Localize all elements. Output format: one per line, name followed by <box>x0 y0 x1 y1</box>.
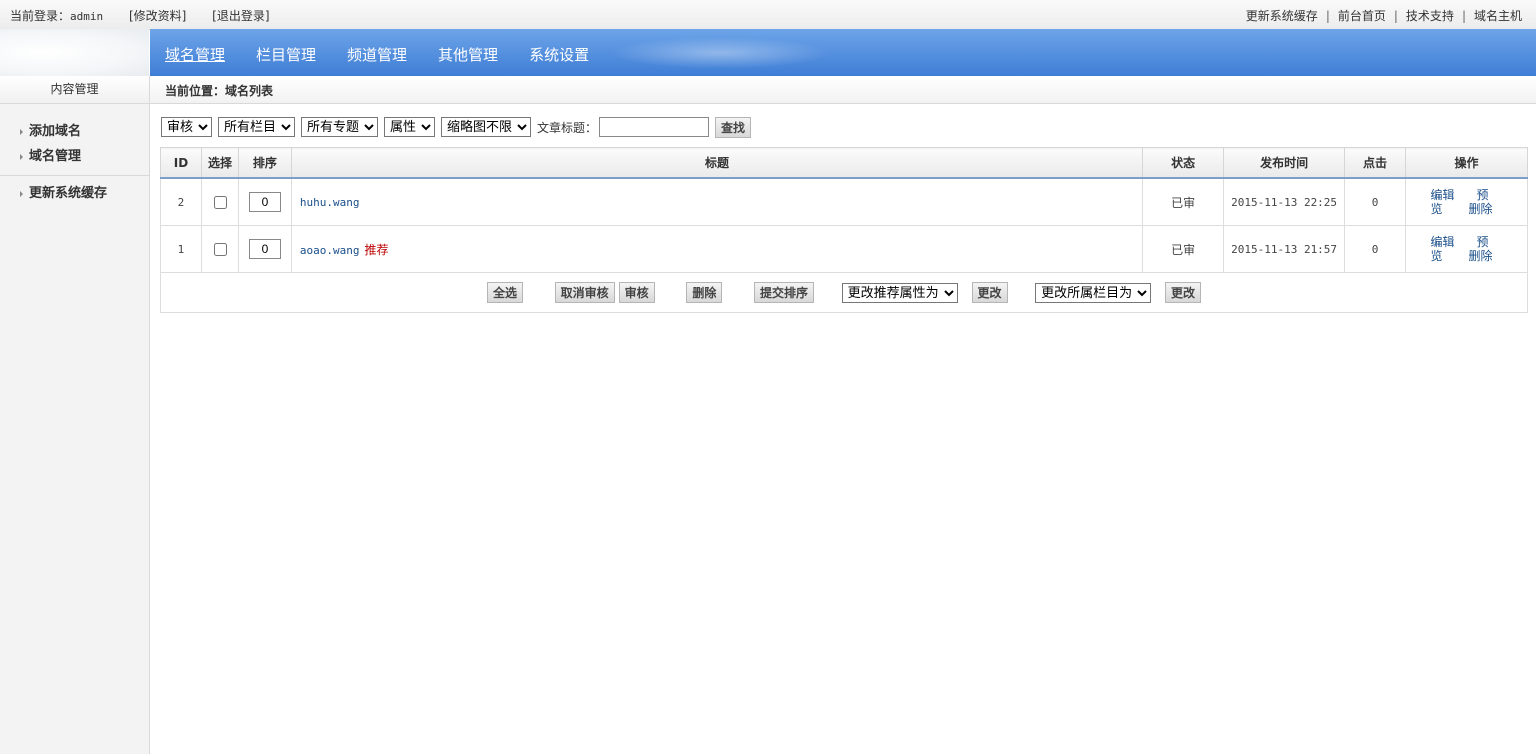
review-button[interactable]: 审核 <box>618 281 655 303</box>
table-row: 2 huhu.wang 已审 2015-11-13 22:25 0 编辑 预览 删除 <box>160 177 1529 226</box>
col-id: ID <box>160 147 202 179</box>
frontend-home-link[interactable]: 前台首页 <box>1338 9 1386 23</box>
col-title: 标题 <box>290 147 1144 179</box>
bullet-icon <box>20 190 23 197</box>
row-select-cell <box>200 225 239 273</box>
nav-system-settings[interactable]: 系统设置 <box>529 44 589 65</box>
tech-support-link[interactable]: 技术支持 <box>1406 9 1454 23</box>
edit-link[interactable]: 编辑 <box>1430 188 1454 202</box>
row-actions: 编辑 预览 删除 <box>1404 225 1529 273</box>
thumbnail-filter-select[interactable]: 缩略图不限 <box>441 117 531 137</box>
delete-button[interactable]: 删除 <box>686 281 723 303</box>
nav-column-management[interactable]: 栏目管理 <box>256 44 316 65</box>
login-label: 当前登录： <box>10 9 71 23</box>
nav-domain-management[interactable]: 域名管理 <box>165 44 225 65</box>
row-status: 已审 <box>1142 225 1225 273</box>
main-nav: 域名管理 栏目管理 频道管理 其他管理 系统设置 <box>150 29 1536 76</box>
row-checkbox[interactable] <box>213 195 227 209</box>
cancel-review-button[interactable]: 取消审核 <box>554 281 615 303</box>
bullet-icon <box>20 153 23 160</box>
table-footer-row: 全选 取消审核 审核 删除 提交排序 更改推荐属性为 更改 更改所属栏目为 更改 <box>160 272 1528 313</box>
col-order: 排序 <box>237 147 292 179</box>
col-date: 发布时间 <box>1223 147 1346 179</box>
logout-link[interactable]: [退出登录] <box>212 9 269 23</box>
filter-bar: 审核 所有栏目 所有专题 属性 缩略图不限 文章标题： 查找 <box>161 116 752 138</box>
row-id: 1 <box>160 225 202 273</box>
batch-actions: 全选 取消审核 审核 删除 提交排序 更改推荐属性为 更改 更改所属栏目为 更改 <box>160 272 1528 313</box>
row-select-cell <box>200 177 239 226</box>
sidebar-divider <box>0 175 149 176</box>
recommend-attr-select[interactable]: 更改推荐属性为 <box>841 283 958 304</box>
submit-order-button[interactable]: 提交排序 <box>754 281 815 303</box>
sidebar-header: 内容管理 <box>0 76 149 104</box>
row-title-cell: huhu.wang <box>290 177 1144 226</box>
sidebar-item-update-cache[interactable]: 更新系统缓存 <box>0 181 149 206</box>
sidebar: 内容管理 添加域名 域名管理 更新系统缓存 <box>0 76 150 754</box>
delete-link[interactable]: 删除 <box>1469 202 1493 216</box>
delete-link[interactable]: 删除 <box>1469 249 1493 263</box>
top-links: 更新系统缓存 | 前台首页 | 技术支持 | 域名主机 <box>1245 9 1522 23</box>
col-actions: 操作 <box>1404 147 1529 179</box>
preview-link-cont[interactable]: 览 <box>1430 202 1442 216</box>
nav-other-management[interactable]: 其他管理 <box>438 44 498 65</box>
search-button[interactable]: 查找 <box>715 116 752 138</box>
row-title-link[interactable]: aoao.wang <box>300 244 360 257</box>
status-filter-select[interactable]: 审核 <box>161 117 212 137</box>
row-clicks: 0 <box>1344 225 1406 273</box>
preview-link[interactable]: 预 <box>1477 235 1489 249</box>
sidebar-item-add-domain[interactable]: 添加域名 <box>0 119 149 144</box>
row-order-input[interactable] <box>248 192 281 212</box>
change-column-select[interactable]: 更改所属栏目为 <box>1035 283 1152 304</box>
nav-channel-management[interactable]: 频道管理 <box>347 44 407 65</box>
col-select: 选择 <box>200 147 239 179</box>
row-date: 2015-11-13 21:57 <box>1223 225 1346 273</box>
row-order-cell <box>237 177 292 226</box>
preview-link-cont[interactable]: 览 <box>1430 249 1442 263</box>
row-title-link[interactable]: huhu.wang <box>300 196 360 209</box>
bullet-icon <box>20 128 23 135</box>
row-status: 已审 <box>1142 177 1225 226</box>
title-search-input[interactable] <box>599 117 710 137</box>
sidebar-item-domain-management[interactable]: 域名管理 <box>0 144 149 169</box>
attribute-filter-select[interactable]: 属性 <box>384 117 435 137</box>
change-column-button[interactable]: 更改 <box>1165 281 1202 303</box>
topic-filter-select[interactable]: 所有专题 <box>301 117 378 137</box>
row-title-cell: aoao.wang 推荐 <box>290 225 1144 273</box>
login-info: 当前登录：admin [修改资料] [退出登录] <box>10 7 292 24</box>
breadcrumb: 当前位置：域名列表 <box>150 76 1536 104</box>
edit-link[interactable]: 编辑 <box>1430 235 1454 249</box>
select-all-button[interactable]: 全选 <box>486 281 523 303</box>
row-order-input[interactable] <box>248 239 281 259</box>
domain-host-link[interactable]: 域名主机 <box>1474 9 1522 23</box>
row-id: 2 <box>160 177 202 226</box>
domain-table: ID 选择 排序 标题 状态 发布时间 点击 操作 2 huhu.wang 已审… <box>160 147 1529 313</box>
row-actions: 编辑 预览 删除 <box>1404 177 1529 226</box>
edit-profile-link[interactable]: [修改资料] <box>129 9 186 23</box>
col-status: 状态 <box>1142 147 1225 179</box>
logo <box>0 29 149 76</box>
change-recommend-button[interactable]: 更改 <box>971 281 1008 303</box>
row-checkbox[interactable] <box>213 242 227 256</box>
table-header-row: ID 选择 排序 标题 状态 发布时间 点击 操作 <box>160 147 1529 179</box>
preview-link[interactable]: 预 <box>1477 188 1489 202</box>
row-date: 2015-11-13 22:25 <box>1223 177 1346 226</box>
update-cache-link[interactable]: 更新系统缓存 <box>1246 9 1318 23</box>
column-filter-select[interactable]: 所有栏目 <box>218 117 295 137</box>
top-bar: 当前登录：admin [修改资料] [退出登录] 更新系统缓存 | 前台首页 | 技术支… <box>0 0 1536 30</box>
row-clicks: 0 <box>1344 177 1406 226</box>
row-order-cell <box>237 225 292 273</box>
username: admin <box>70 10 104 23</box>
recommend-tag: 推荐 <box>364 242 389 257</box>
table-row: 1 aoao.wang 推荐 已审 2015-11-13 21:57 0 编辑 预览… <box>160 225 1529 273</box>
col-clicks: 点击 <box>1344 147 1406 179</box>
title-search-label: 文章标题： <box>537 120 598 135</box>
